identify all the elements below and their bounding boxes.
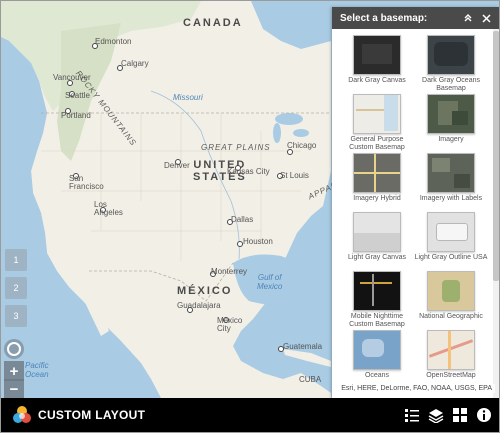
basemap-label: Oceans (364, 372, 390, 379)
basemap-item[interactable]: Dark Gray Oceans Basemap (414, 35, 488, 94)
map-attribution: Esri, HERE, DeLorme, FAO, NOAA, USGS, EP… (338, 384, 495, 393)
basemap-thumbnail[interactable] (427, 94, 475, 134)
bookmark-2-button[interactable]: 2 (5, 277, 27, 299)
basemap-item[interactable]: National Geographic (414, 271, 488, 330)
city-calgary: Calgary (121, 59, 149, 68)
zoom-out-button[interactable]: − (4, 379, 24, 399)
basemap-thumbnail[interactable] (427, 35, 475, 75)
legend-icon[interactable] (403, 405, 421, 425)
basemap-label: General Purpose Custom Basemap (349, 136, 405, 151)
bookmark-3-button[interactable]: 3 (5, 305, 27, 327)
city-guatemala: Guatemala (283, 342, 323, 351)
basemap-thumbnail[interactable] (427, 330, 475, 370)
basemap-thumbnail[interactable] (427, 153, 475, 193)
city-seattle: Seattle (65, 91, 90, 100)
city-guadalajara: Guadalajara (177, 301, 221, 310)
scrollbar-thumb[interactable] (493, 31, 499, 281)
label-missouri-river: Missouri (173, 93, 203, 102)
basemap-item[interactable]: General Purpose Custom Basemap (340, 94, 414, 153)
basemap-thumbnail[interactable] (353, 35, 401, 75)
basemap-label: Imagery (438, 136, 464, 143)
basemap-thumbnail[interactable] (427, 212, 475, 252)
basemap-gallery-icon[interactable] (451, 405, 469, 425)
basemap-thumbnail[interactable] (353, 94, 401, 134)
basemap-item[interactable]: Light Gray Canvas (340, 212, 414, 271)
app-title: CUSTOM LAYOUT (38, 408, 146, 422)
basemap-label: Light Gray Canvas (348, 254, 406, 261)
basemap-item[interactable]: Mobile Nighttime Custom Basemap (340, 271, 414, 330)
basemap-label: Mobile Nighttime Custom Basemap (349, 313, 405, 328)
basemap-label: Imagery with Labels (419, 195, 483, 202)
basemap-thumbnail[interactable] (353, 153, 401, 193)
label-canada: CANADA (183, 17, 243, 29)
app-logo-icon (12, 405, 32, 425)
city-los-angeles: Los Angeles (94, 200, 123, 217)
basemap-label: National Geographic (419, 313, 483, 320)
basemap-item[interactable]: Imagery (414, 94, 488, 153)
panel-title: Select a basemap: (340, 12, 428, 24)
collapse-icon[interactable] (461, 11, 475, 25)
toolbar-icons (403, 405, 493, 425)
basemap-label: Light Gray Outline USA (414, 254, 488, 261)
panel-header: Select a basemap: (332, 7, 499, 29)
city-kansas-city: Kansas City (227, 167, 270, 176)
basemap-gallery-panel: Select a basemap: Dark Gray Canvas Dark … (332, 7, 499, 398)
basemap-thumbnail[interactable] (427, 271, 475, 311)
city-vancouver: Vancouver (53, 73, 91, 82)
basemap-item[interactable]: OpenStreetMap (414, 330, 488, 389)
city-portland: Portland (61, 111, 91, 120)
basemap-label: Imagery Hybrid (353, 195, 401, 202)
bottom-bar: Esri, HERE, DeLorme, FAO, NOAA, USGS, EP… (1, 384, 499, 432)
zoom-in-button[interactable]: + (4, 361, 24, 381)
label-mexico: MÉXICO (177, 285, 233, 297)
basemap-gallery[interactable]: Dark Gray Canvas Dark Gray Oceans Basema… (332, 29, 499, 398)
basemap-thumbnail[interactable] (353, 271, 401, 311)
locate-icon (7, 342, 21, 356)
layers-icon[interactable] (427, 405, 445, 425)
label-pacific-ocean: Pacific Ocean (25, 361, 49, 379)
basemap-item[interactable]: Imagery with Labels (414, 153, 488, 212)
basemap-label: Dark Gray Oceans Basemap (422, 77, 480, 92)
city-houston: Houston (243, 237, 273, 246)
label-gulf-of-mexico: Gulf of Mexico (257, 273, 283, 291)
basemap-thumbnail[interactable] (353, 212, 401, 252)
basemap-thumbnail[interactable] (353, 330, 401, 370)
basemap-item[interactable]: Imagery Hybrid (340, 153, 414, 212)
basemap-item[interactable]: Light Gray Outline USA (414, 212, 488, 271)
locate-button[interactable] (4, 339, 24, 359)
basemap-label: OpenStreetMap (426, 372, 476, 379)
gallery-scrollbar[interactable] (493, 29, 499, 398)
label-cuba: CUBA (299, 375, 322, 384)
city-chicago: Chicago (287, 141, 317, 150)
city-st-louis: St Louis (280, 171, 309, 180)
basemap-label: Dark Gray Canvas (348, 77, 406, 84)
label-great-plains: GREAT PLAINS (201, 143, 271, 152)
city-edmonton: Edmonton (95, 37, 132, 46)
app-frame: CANADA UNITED STATES MÉXICO GREAT PLAINS… (0, 0, 500, 433)
city-dallas: Dallas (231, 215, 254, 224)
city-san-francisco: San Francisco (69, 174, 104, 191)
bookmark-1-button[interactable]: 1 (5, 249, 27, 271)
city-mexico-city: Mexico City (217, 316, 243, 333)
city-denver: Denver (164, 161, 190, 170)
basemap-item[interactable]: Dark Gray Canvas (340, 35, 414, 94)
info-icon[interactable] (475, 405, 493, 425)
basemap-item[interactable]: Oceans (340, 330, 414, 389)
city-monterrey: Monterrey (211, 267, 248, 276)
close-icon[interactable] (479, 11, 493, 25)
